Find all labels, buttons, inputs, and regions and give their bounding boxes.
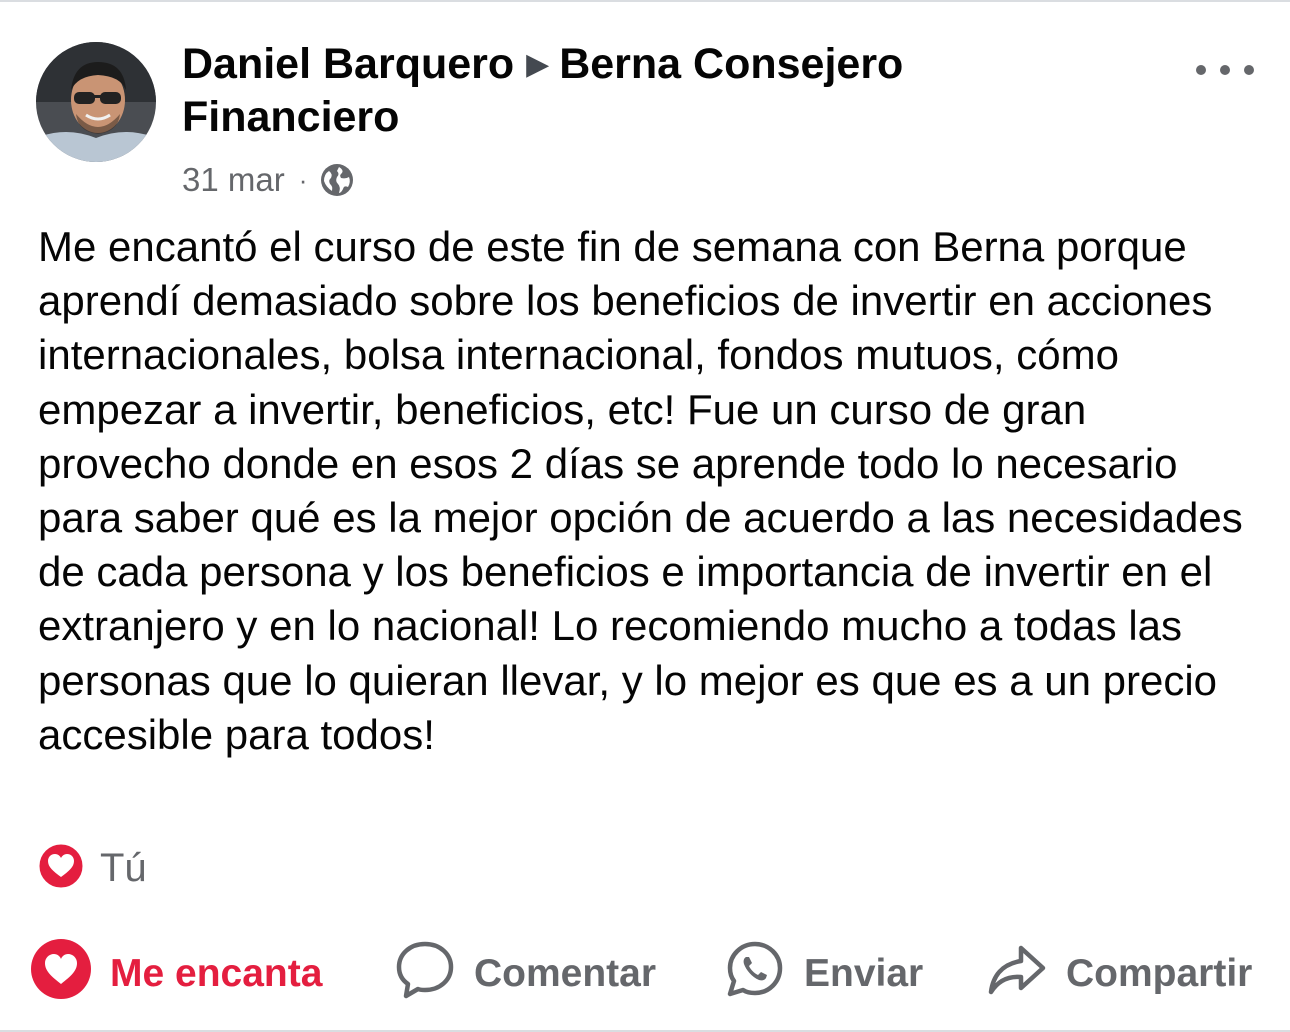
target-page-name-line1: Berna Consejero <box>559 40 904 88</box>
target-page-name-line2: Financiero <box>182 93 400 141</box>
post-date[interactable]: 31 mar <box>182 161 285 199</box>
share-button[interactable]: Compartir <box>986 938 1252 1010</box>
target-arrow-icon: ▶ <box>526 48 550 81</box>
post-meta: 31 mar · <box>182 158 355 202</box>
avatar[interactable] <box>36 42 156 162</box>
globe-icon <box>319 162 355 198</box>
action-bar: Me encanta Comentar Enviar Compartir <box>0 938 1290 1010</box>
reactions-label: Tú <box>100 845 147 890</box>
send-button-label: Enviar <box>804 952 924 995</box>
post-header-title: Daniel Barquero ▶ Berna Consejero Financier… <box>182 38 1082 143</box>
love-button[interactable]: Me encanta <box>30 938 322 1010</box>
send-button[interactable]: Enviar <box>724 938 923 1010</box>
whatsapp-icon <box>724 938 786 1010</box>
share-icon <box>986 938 1048 1010</box>
love-button-label: Me encanta <box>110 952 323 995</box>
meta-separator: · <box>298 164 308 195</box>
reactions-summary[interactable]: Tú <box>36 841 147 896</box>
share-button-label: Compartir <box>1066 952 1253 995</box>
comment-icon <box>394 938 456 1010</box>
avatar-image <box>36 42 156 162</box>
comment-button-label: Comentar <box>474 952 657 995</box>
love-filled-icon <box>30 938 92 1010</box>
comment-button[interactable]: Comentar <box>394 938 656 1010</box>
author-name-link[interactable]: Daniel Barquero <box>182 40 514 88</box>
more-options-icon[interactable] <box>1196 54 1254 86</box>
facebook-post: Daniel Barquero ▶ Berna Consejero Financier… <box>0 0 1290 1032</box>
post-body-text: Me encantó el curso de este fin de seman… <box>38 223 1243 758</box>
love-reaction-icon <box>36 841 86 896</box>
